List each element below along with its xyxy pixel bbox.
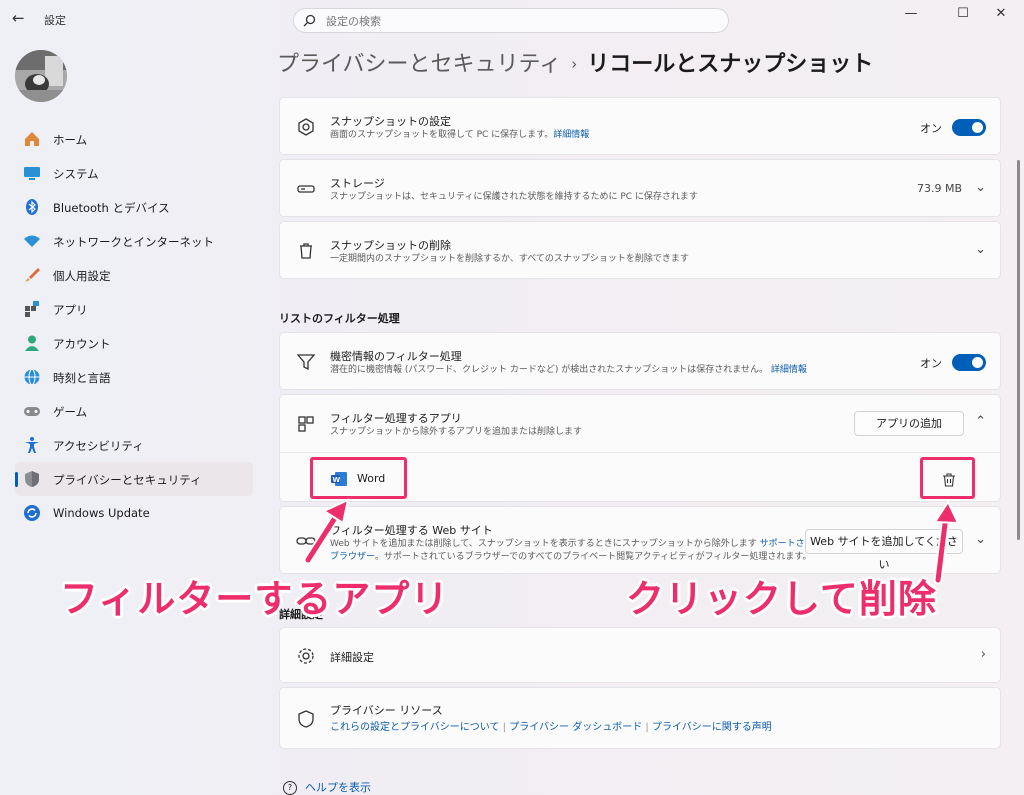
annotation-click-delete: クリックして削除 <box>626 577 937 621</box>
scrollbar[interactable] <box>1017 160 1020 540</box>
annotation-arrows <box>303 498 960 585</box>
annotation-filter-apps: フィルターするアプリ <box>60 577 450 621</box>
left-arrow <box>303 498 350 565</box>
right-arrow <box>933 499 960 585</box>
